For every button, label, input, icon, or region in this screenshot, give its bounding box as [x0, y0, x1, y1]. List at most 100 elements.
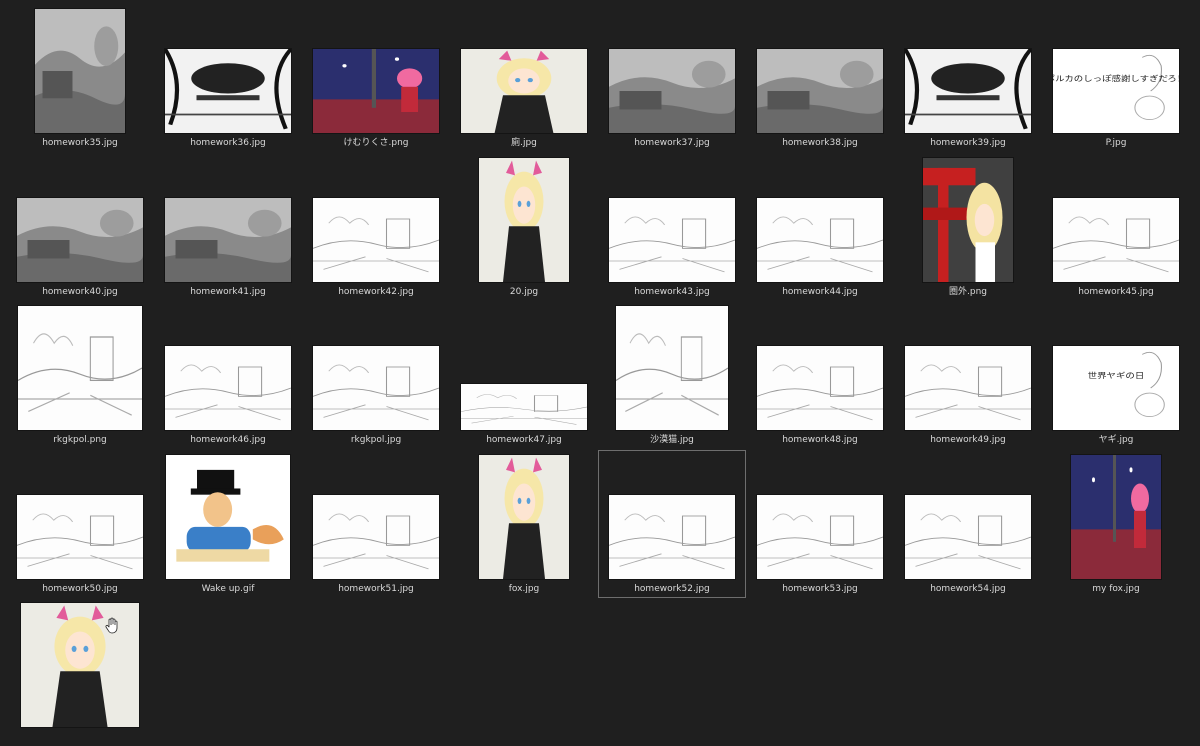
file-name-label: homework42.jpg	[338, 286, 414, 297]
file-thumbnail[interactable]	[21, 603, 139, 727]
file-item[interactable]: homework49.jpg	[894, 301, 1042, 449]
file-thumbnail[interactable]	[757, 346, 883, 430]
file-item[interactable]: 廁.jpg	[450, 4, 598, 152]
file-thumbnail[interactable]	[17, 494, 143, 579]
file-name-label: 20.jpg	[509, 286, 539, 297]
thumbnail-frame	[451, 302, 597, 430]
file-thumbnail[interactable]	[609, 494, 735, 579]
thumbnail-frame	[747, 154, 893, 282]
thumbnail-frame	[303, 451, 449, 579]
thumbnail-frame	[895, 154, 1041, 282]
scrollbar-track[interactable]	[1192, 0, 1200, 726]
file-item[interactable]: my fox.jpg	[1042, 450, 1190, 598]
thumbnail-frame	[7, 154, 153, 282]
file-item[interactable]: Wake up.gif	[154, 450, 302, 598]
file-item[interactable]: 20.jpg	[450, 153, 598, 301]
file-thumbnail[interactable]: 世界ヤギの日	[1053, 346, 1179, 430]
file-name-label: homework50.jpg	[42, 583, 118, 594]
file-thumbnail[interactable]	[757, 49, 883, 133]
file-thumbnail[interactable]	[905, 346, 1031, 430]
file-item[interactable]: homework48.jpg	[746, 301, 894, 449]
file-item[interactable]: homework44.jpg	[746, 153, 894, 301]
file-item[interactable]: homework41.jpg	[154, 153, 302, 301]
thumbnail-frame	[7, 5, 153, 133]
file-thumbnail[interactable]	[313, 494, 439, 579]
file-item[interactable]: 沙漠猫.jpg	[598, 301, 746, 449]
file-thumbnail[interactable]	[609, 197, 735, 282]
file-thumbnail[interactable]	[313, 49, 439, 133]
file-item[interactable]: 圏外.png	[894, 153, 1042, 301]
file-thumbnail[interactable]	[616, 306, 728, 430]
file-thumbnail[interactable]	[461, 49, 587, 133]
file-thumbnail[interactable]	[18, 306, 142, 430]
file-item[interactable]: homework36.jpg	[154, 4, 302, 152]
file-item[interactable]	[6, 598, 154, 746]
file-item[interactable]: homework47.jpg	[450, 301, 598, 449]
file-name-label: homework41.jpg	[190, 286, 266, 297]
file-item[interactable]: homework35.jpg	[6, 4, 154, 152]
thumbnail-frame	[155, 302, 301, 430]
thumbnail-frame	[599, 5, 745, 133]
thumbnail-frame	[895, 302, 1041, 430]
file-item[interactable]: けむりくさ.png	[302, 4, 450, 152]
thumbnail-frame	[303, 302, 449, 430]
file-item[interactable]: homework39.jpg	[894, 4, 1042, 152]
file-thumbnail[interactable]: ポルカのしっぽ感謝しすぎだろ！	[1053, 49, 1179, 133]
file-thumbnail[interactable]	[905, 494, 1031, 579]
file-thumbnail[interactable]	[479, 157, 569, 282]
thumbnail-frame	[451, 154, 597, 282]
file-name-label: rkgkpol.png	[53, 435, 107, 445]
file-item[interactable]: 世界ヤギの日 ヤギ.jpg	[1042, 301, 1190, 449]
file-thumbnail[interactable]	[461, 384, 587, 430]
file-item[interactable]: homework45.jpg	[1042, 153, 1190, 301]
file-name-label: P.jpg	[1105, 138, 1127, 148]
file-name-label: homework54.jpg	[930, 583, 1006, 594]
svg-text:世界ヤギの日: 世界ヤギの日	[1088, 370, 1145, 381]
thumbnail-frame	[747, 5, 893, 133]
file-item[interactable]: homework37.jpg	[598, 4, 746, 152]
file-thumbnail[interactable]	[35, 9, 125, 133]
file-thumbnail[interactable]	[165, 197, 291, 282]
file-thumbnail[interactable]	[313, 197, 439, 282]
file-thumbnail[interactable]	[479, 454, 569, 579]
file-item[interactable]: homework54.jpg	[894, 450, 1042, 598]
file-thumbnail[interactable]	[166, 454, 290, 579]
thumbnail-frame	[7, 302, 153, 430]
file-item[interactable]: rkgkpol.png	[6, 301, 154, 449]
file-thumbnail[interactable]	[165, 49, 291, 133]
file-thumbnail[interactable]	[757, 494, 883, 579]
thumbnail-frame	[7, 599, 153, 727]
file-thumbnail[interactable]	[757, 197, 883, 282]
file-item[interactable]: ポルカのしっぽ感謝しすぎだろ！ P.jpg	[1042, 4, 1190, 152]
hand-cursor-icon	[104, 617, 120, 635]
file-item[interactable]: homework53.jpg	[746, 450, 894, 598]
file-name-label: homework47.jpg	[486, 435, 562, 445]
file-name-label: homework53.jpg	[782, 583, 858, 594]
file-thumbnail[interactable]	[313, 346, 439, 430]
file-thumbnail[interactable]	[923, 157, 1013, 282]
file-name-label: homework40.jpg	[42, 286, 118, 297]
file-item[interactable]: homework38.jpg	[746, 4, 894, 152]
thumbnail-frame	[303, 5, 449, 133]
file-item[interactable]: homework50.jpg	[6, 450, 154, 598]
file-thumbnail[interactable]	[1053, 197, 1179, 282]
file-item[interactable]: homework40.jpg	[6, 153, 154, 301]
file-thumbnail[interactable]	[165, 346, 291, 430]
file-item[interactable]: homework42.jpg	[302, 153, 450, 301]
thumbnail-frame: 世界ヤギの日	[1043, 302, 1189, 430]
file-thumbnail[interactable]	[1071, 454, 1161, 579]
file-thumbnail[interactable]	[17, 197, 143, 282]
file-thumbnail[interactable]	[609, 49, 735, 133]
file-name-label: 廁.jpg	[511, 138, 537, 148]
file-item[interactable]: fox.jpg	[450, 450, 598, 598]
file-item[interactable]: homework46.jpg	[154, 301, 302, 449]
file-item[interactable]: rkgkpol.jpg	[302, 301, 450, 449]
file-item[interactable]: homework51.jpg	[302, 450, 450, 598]
file-item[interactable]: homework52.jpg	[598, 449, 746, 598]
file-name-label: homework37.jpg	[634, 138, 710, 148]
svg-text:ポルカのしっぽ感謝しすぎだろ！: ポルカのしっぽ感謝しすぎだろ！	[1053, 73, 1179, 84]
file-item[interactable]: homework43.jpg	[598, 153, 746, 301]
file-thumbnail[interactable]	[905, 49, 1031, 133]
file-name-label: homework44.jpg	[782, 286, 858, 297]
file-name-label: homework51.jpg	[338, 583, 414, 594]
